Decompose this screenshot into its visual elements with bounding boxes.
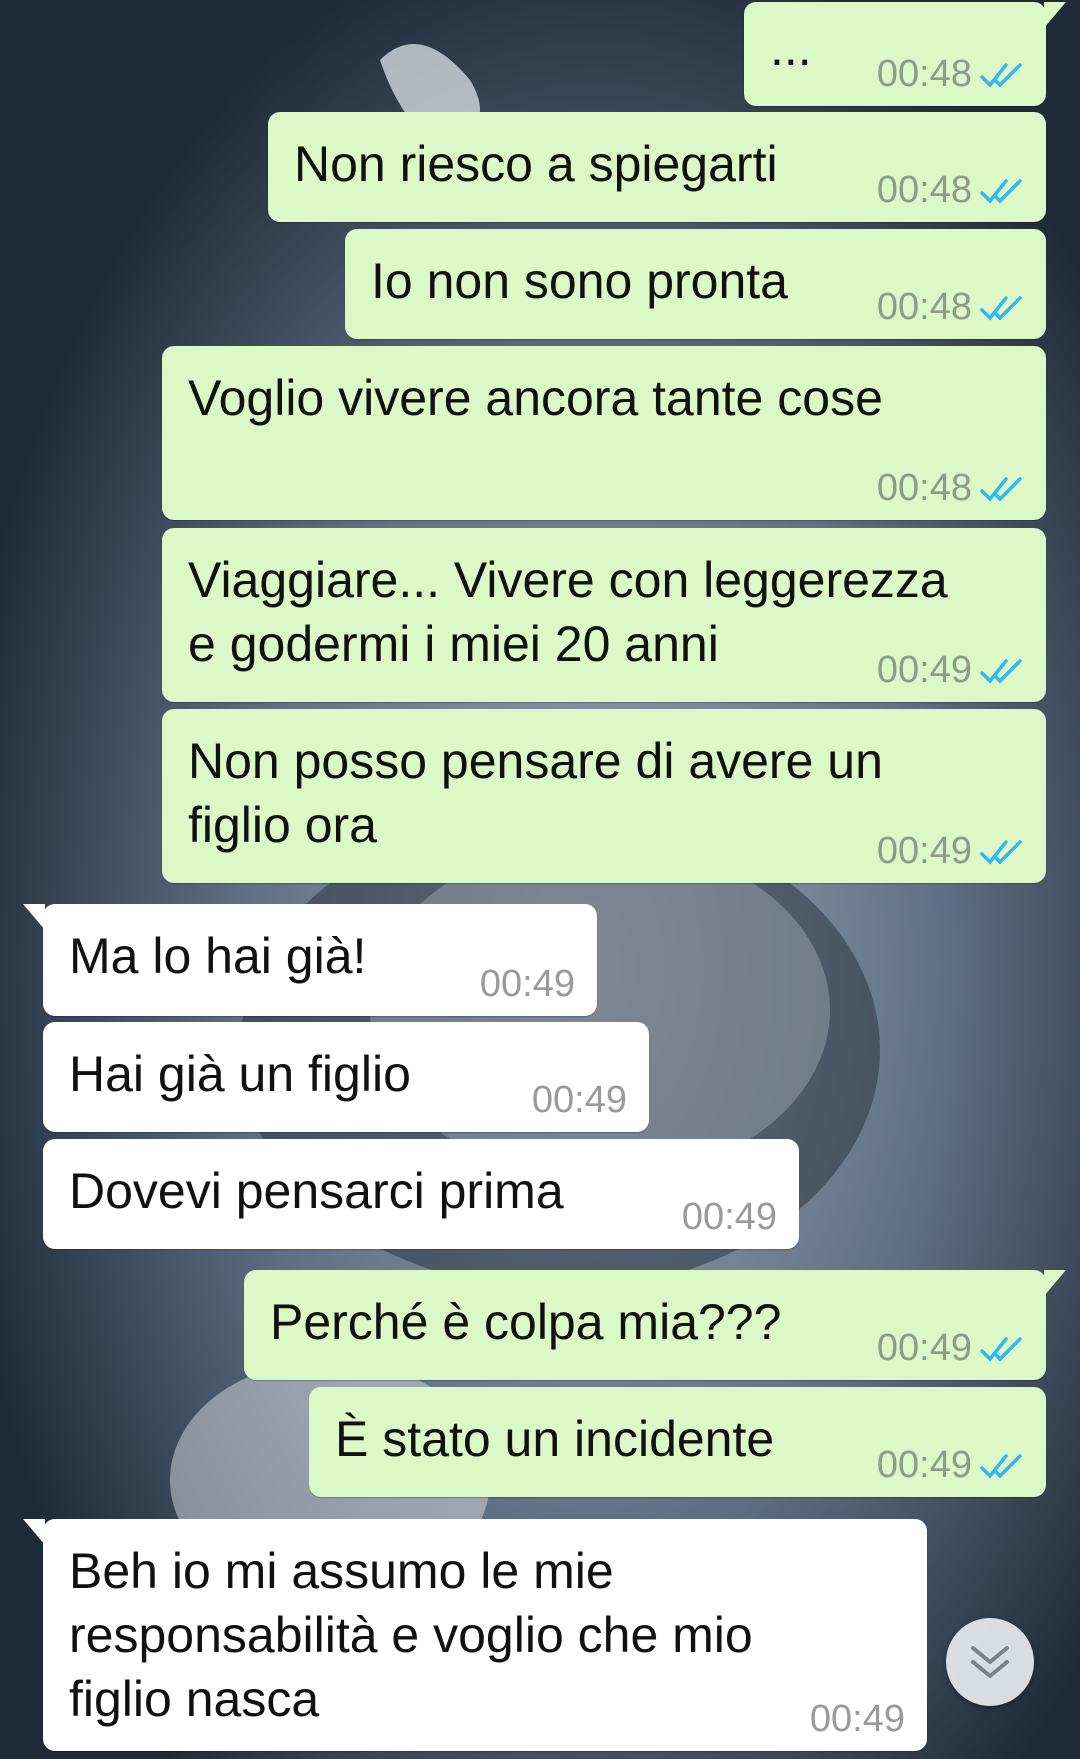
message-bubble-outgoing[interactable]: Non posso pensare di avere un figlio ora… (162, 709, 1046, 883)
message-meta: 00:49 (877, 1327, 1024, 1370)
message-bubble-outgoing[interactable]: Io non sono pronta 00:48 (345, 229, 1046, 339)
message-time: 00:48 (876, 169, 972, 211)
chat-thread: ... 00:48 Non riesco a spiegarti 00:48 I… (0, 0, 1080, 1759)
read-double-check-icon (980, 839, 1022, 865)
message-bubble-outgoing[interactable]: Non riesco a spiegarti 00:48 (268, 112, 1046, 222)
message-text: Io non sono pronta (371, 253, 788, 309)
message-bubble-incoming[interactable]: Dovevi pensarci prima 00:49 (43, 1139, 799, 1249)
message-line: e godermi i miei 20 anni (188, 616, 719, 672)
message-bubble-outgoing[interactable]: Perché è colpa mia??? 00:49 (244, 1270, 1066, 1380)
message-line: Viaggiare... Vivere con leggerezza (188, 552, 948, 608)
message-line: responsabilità e voglio che mio (69, 1607, 753, 1663)
message-text: Perché è colpa mia??? (270, 1294, 782, 1350)
message-text: Non posso pensare di avere un figlio ora (188, 729, 883, 857)
message-time: 00:49 (681, 1196, 777, 1238)
message-text: ... (770, 20, 812, 76)
read-double-check-icon (980, 178, 1022, 204)
read-double-check-icon (980, 1453, 1022, 1479)
bubble-tail (23, 1519, 45, 1545)
message-text: Ma lo hai già! (69, 928, 367, 984)
message-time: 00:49 (876, 649, 972, 691)
message-bubble-outgoing[interactable]: Voglio vivere ancora tante cose 00:48 (162, 346, 1046, 520)
read-double-check-icon (980, 1336, 1022, 1362)
read-double-check-icon (980, 476, 1022, 502)
message-meta: 00:48 (877, 169, 1024, 212)
message-bubble-outgoing[interactable]: È stato un incidente 00:49 (309, 1387, 1046, 1497)
message-bubble-incoming[interactable]: Ma lo hai già! 00:49 (23, 904, 597, 1016)
message-meta: 00:48 (877, 467, 1024, 510)
message-meta: 00:49 (877, 830, 1024, 873)
message-meta: 00:48 (877, 53, 1024, 96)
message-bubble-outgoing[interactable]: ... 00:48 (744, 2, 1066, 106)
message-time: 00:48 (876, 286, 972, 328)
scroll-to-bottom-button[interactable] (946, 1618, 1034, 1706)
message-bubble-outgoing[interactable]: Viaggiare... Vivere con leggerezza e god… (162, 528, 1046, 702)
message-meta: 00:49 (810, 1698, 905, 1741)
message-meta: 00:49 (877, 649, 1024, 692)
message-text: Viaggiare... Vivere con leggerezza e god… (188, 548, 948, 676)
message-meta: 00:48 (877, 286, 1024, 329)
message-text: Hai già un figlio (69, 1046, 411, 1102)
message-time: 00:49 (531, 1079, 627, 1121)
message-line: figlio nasca (69, 1671, 320, 1727)
message-bubble-incoming[interactable]: Hai già un figlio 00:49 (43, 1022, 649, 1132)
message-time: 00:48 (876, 467, 972, 509)
message-time: 00:48 (876, 53, 972, 95)
message-text: Beh io mi assumo le mie responsabilità e… (69, 1539, 753, 1731)
message-meta: 00:49 (682, 1196, 777, 1239)
message-meta: 00:49 (480, 963, 575, 1006)
message-text: È stato un incidente (335, 1411, 775, 1467)
message-line: Non posso pensare di avere un (188, 733, 883, 789)
bubble-tail (1044, 1270, 1066, 1296)
double-chevron-down-icon (971, 1646, 1009, 1678)
message-text: Dovevi pensarci prima (69, 1163, 564, 1219)
read-double-check-icon (980, 295, 1022, 321)
message-bubble-incoming[interactable]: Beh io mi assumo le mie responsabilità e… (23, 1519, 927, 1751)
message-meta: 00:49 (532, 1079, 627, 1122)
read-double-check-icon (980, 62, 1022, 88)
bubble-tail (23, 904, 45, 930)
message-time: 00:49 (876, 830, 972, 872)
message-time: 00:49 (876, 1327, 972, 1369)
message-meta: 00:49 (877, 1444, 1024, 1487)
message-time: 00:49 (876, 1444, 972, 1486)
message-time: 00:49 (479, 963, 575, 1005)
message-line: figlio ora (188, 797, 377, 853)
message-text: Non riesco a spiegarti (294, 136, 778, 192)
read-double-check-icon (980, 658, 1022, 684)
message-text: Voglio vivere ancora tante cose (188, 370, 883, 426)
bubble-tail (1044, 2, 1066, 28)
message-line: Beh io mi assumo le mie (69, 1543, 614, 1599)
message-time: 00:49 (809, 1698, 905, 1740)
